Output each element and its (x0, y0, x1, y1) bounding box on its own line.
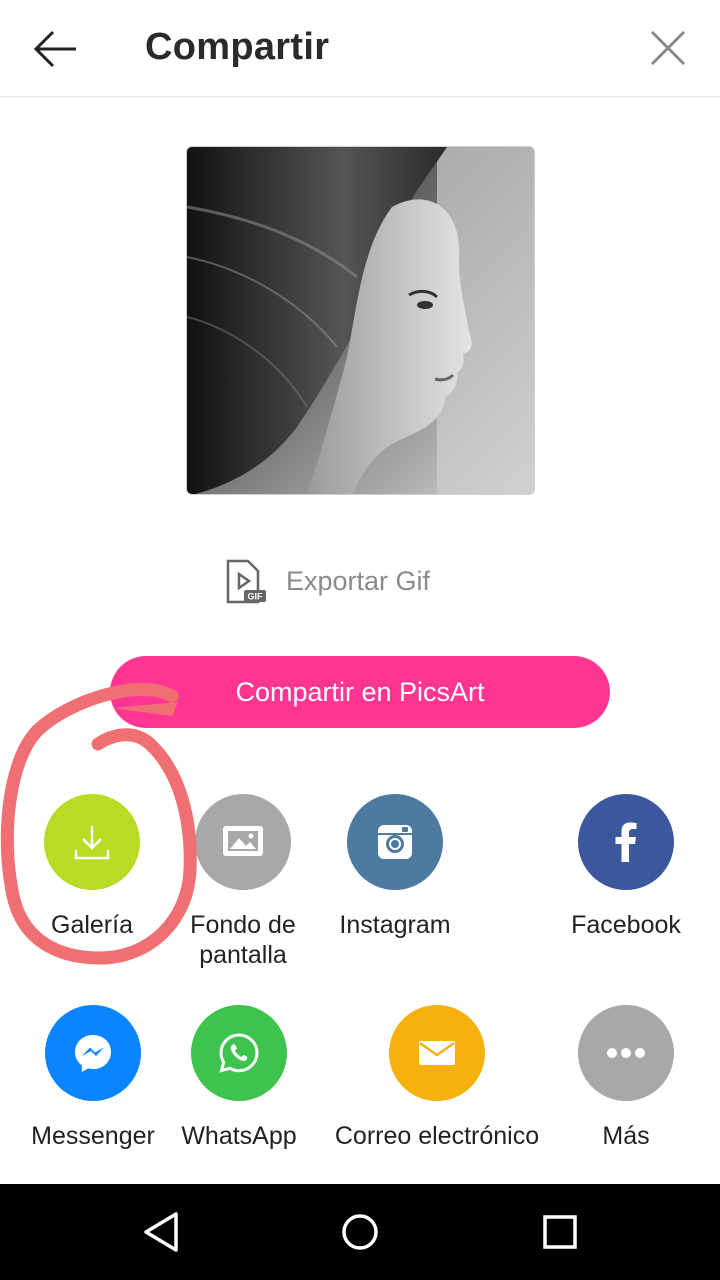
email-icon (389, 1005, 485, 1101)
close-icon (650, 30, 686, 66)
nav-back-button[interactable] (138, 1208, 186, 1256)
image-preview (186, 146, 535, 495)
app-header: Compartir (0, 0, 720, 98)
nav-back-icon (144, 1212, 178, 1252)
page-title: Compartir (145, 26, 330, 68)
messenger-icon (45, 1005, 141, 1101)
share-picsart-button[interactable]: Compartir en PicsArt (110, 656, 610, 728)
nav-home-button[interactable] (336, 1208, 384, 1256)
back-button[interactable] (26, 24, 86, 74)
export-gif-button[interactable]: GIF Exportar Gif (220, 556, 480, 606)
download-icon (44, 794, 140, 890)
share-facebook-label: Facebook (571, 911, 681, 939)
share-email-label: Correo electrónico (334, 1122, 540, 1150)
nav-recents-icon (543, 1215, 577, 1249)
facebook-icon (578, 794, 674, 890)
share-whatsapp-label: WhatsApp (181, 1122, 297, 1150)
nav-home-icon (342, 1214, 378, 1250)
gif-file-icon: GIF (220, 558, 268, 606)
share-more-label: Más (602, 1122, 650, 1150)
system-nav-bar (0, 1184, 720, 1280)
wallpaper-icon (195, 794, 291, 890)
export-gif-label: Exportar Gif (286, 566, 431, 596)
arrow-left-icon (33, 30, 76, 68)
portrait-photo (187, 147, 534, 494)
svg-text:GIF: GIF (248, 592, 264, 602)
close-button[interactable] (642, 22, 694, 74)
share-instagram-label: Instagram (339, 911, 451, 939)
whatsapp-icon (191, 1005, 287, 1101)
more-icon (578, 1005, 674, 1101)
nav-recents-button[interactable] (536, 1208, 584, 1256)
instagram-icon (347, 794, 443, 890)
